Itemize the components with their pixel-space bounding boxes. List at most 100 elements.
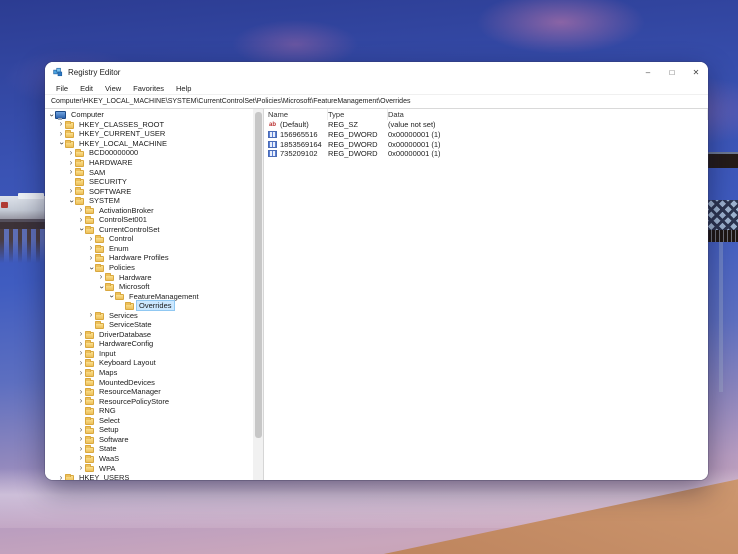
chevron-right-icon[interactable]: ›	[77, 340, 85, 348]
tree-row-system[interactable]: ›SYSTEM	[45, 196, 253, 206]
tree-scrollbar[interactable]	[253, 109, 263, 480]
chevron-right-icon[interactable]: ›	[97, 273, 105, 281]
column-header-type[interactable]: Type	[328, 109, 388, 120]
column-header-data[interactable]: Data	[388, 109, 708, 120]
chevron-right-icon[interactable]: ›	[67, 187, 75, 195]
tree-row-wpa[interactable]: ›WPA	[45, 463, 253, 473]
menu-item-favorites[interactable]: Favorites	[128, 84, 169, 93]
folder-icon	[85, 399, 94, 406]
tree-row-hkey_users[interactable]: ›HKEY_USERS	[45, 473, 253, 480]
minimize-button[interactable]: –	[636, 62, 660, 82]
tree-label: Hardware Profiles	[107, 253, 171, 262]
chevron-right-icon[interactable]: ›	[77, 454, 85, 462]
chevron-right-icon[interactable]: ›	[77, 216, 85, 224]
tree-label: Setup	[97, 425, 121, 434]
tree-row-enum[interactable]: ›Enum	[45, 244, 253, 254]
tree-scrollbar-thumb[interactable]	[255, 112, 262, 438]
value-row--default-[interactable]: (Default)REG_SZ(value not set)	[264, 120, 708, 130]
tree-row-hardware-profiles[interactable]: › Hardware Profiles	[45, 253, 253, 263]
tree-row-hkey_classes_root[interactable]: ›HKEY_CLASSES_ROOT	[45, 120, 253, 130]
tree-row-state[interactable]: ›State	[45, 444, 253, 454]
tree-row-activationbroker[interactable]: ›ActivationBroker	[45, 205, 253, 215]
tree-row-bcd00000000[interactable]: ›BCD00000000	[45, 148, 253, 158]
tree-row-control[interactable]: ›Control	[45, 234, 253, 244]
tree-row-hkey_current_user[interactable]: ›HKEY_CURRENT_USER	[45, 129, 253, 139]
chevron-right-icon[interactable]: ›	[77, 445, 85, 453]
column-header-name[interactable]: Name	[268, 109, 328, 120]
tree-row-hardware[interactable]: ›Hardware	[45, 272, 253, 282]
chevron-right-icon[interactable]: ›	[57, 120, 65, 128]
tree-row-waas[interactable]: ›WaaS	[45, 454, 253, 464]
chevron-right-icon[interactable]: ›	[87, 235, 95, 243]
tree-row-services[interactable]: ›Services	[45, 310, 253, 320]
computer-icon	[55, 111, 66, 119]
value-row-1853569164[interactable]: 1853569164REG_DWORD0x00000001 (1)	[264, 139, 708, 149]
chevron-right-icon[interactable]: ›	[77, 397, 85, 405]
tree-row-sam[interactable]: › SAM	[45, 167, 253, 177]
address-path: Computer\HKEY_LOCAL_MACHINE\SYSTEM\Curre…	[51, 98, 410, 105]
chevron-right-icon[interactable]: ›	[87, 244, 95, 252]
tree-row-servicestate[interactable]: ›ServiceState	[45, 320, 253, 330]
tree-row-overrides[interactable]: ›Overrides	[45, 301, 253, 311]
chevron-right-icon[interactable]: ›	[77, 349, 85, 357]
tree-row-driverdatabase[interactable]: ›DriverDatabase	[45, 330, 253, 340]
folder-icon	[105, 284, 114, 291]
chevron-right-icon[interactable]: ›	[67, 159, 75, 167]
tree-row-rng[interactable]: ›RNG	[45, 406, 253, 416]
folder-icon	[95, 256, 104, 263]
chevron-right-icon[interactable]: ›	[57, 130, 65, 138]
tree-row-microsoft[interactable]: ›Microsoft	[45, 282, 253, 292]
tree-row-input[interactable]: ›Input	[45, 349, 253, 359]
chevron-right-icon[interactable]: ›	[77, 388, 85, 396]
chevron-right-icon[interactable]: ›	[77, 369, 85, 377]
tree-row-hkey_local_machine[interactable]: ›HKEY_LOCAL_MACHINE	[45, 139, 253, 149]
chevron-right-icon[interactable]: ›	[57, 474, 65, 480]
menu-item-edit[interactable]: Edit	[75, 84, 98, 93]
tree-row-hardwareconfig[interactable]: ›HardwareConfig	[45, 339, 253, 349]
tree-row-software[interactable]: ›SOFTWARE	[45, 186, 253, 196]
cell-data: 0x00000001 (1)	[388, 140, 708, 149]
chevron-right-icon[interactable]: ›	[77, 206, 85, 214]
folder-icon	[85, 418, 94, 425]
chevron-right-icon[interactable]: ›	[77, 330, 85, 338]
chevron-right-icon[interactable]: ›	[87, 254, 95, 262]
tree-label: ResourceManager	[97, 387, 163, 396]
chevron-right-icon[interactable]: ›	[87, 311, 95, 319]
tree-row-controlset001[interactable]: ›ControlSet001	[45, 215, 253, 225]
tree-row-resourcepolicystore[interactable]: ›ResourcePolicyStore	[45, 396, 253, 406]
tree-label: MountedDevices	[97, 378, 157, 387]
chevron-right-icon[interactable]: ›	[67, 149, 75, 157]
folder-icon	[75, 151, 84, 158]
tree-row-featuremanagement[interactable]: ›FeatureManagement	[45, 291, 253, 301]
chevron-right-icon[interactable]: ›	[67, 168, 75, 176]
tree-row-security[interactable]: ›SECURITY	[45, 177, 253, 187]
tree-row-setup[interactable]: › Setup	[45, 425, 253, 435]
chevron-right-icon[interactable]: ›	[77, 426, 85, 434]
tree-row-select[interactable]: ›Select	[45, 416, 253, 426]
title-bar[interactable]: Registry Editor – □ ✕	[45, 62, 708, 82]
maximize-button[interactable]: □	[660, 62, 684, 82]
chevron-right-icon[interactable]: ›	[77, 359, 85, 367]
tree-row-software[interactable]: ›Software	[45, 435, 253, 445]
tree-row-hardware[interactable]: ›HARDWARE	[45, 158, 253, 168]
folder-icon	[85, 351, 94, 358]
close-button[interactable]: ✕	[684, 62, 708, 82]
tree-row-currentcontrolset[interactable]: ›CurrentControlSet	[45, 225, 253, 235]
tree-row-computer[interactable]: ›Computer	[45, 110, 253, 120]
menu-item-help[interactable]: Help	[171, 84, 196, 93]
address-bar[interactable]: Computer\HKEY_LOCAL_MACHINE\SYSTEM\Curre…	[45, 94, 708, 109]
menu-item-view[interactable]: View	[100, 84, 126, 93]
menu-item-file[interactable]: File	[51, 84, 73, 93]
tree-label: SAM	[87, 168, 107, 177]
tree-row-maps[interactable]: ›Maps	[45, 368, 253, 378]
chevron-right-icon[interactable]: ›	[77, 464, 85, 472]
tree-row-keyboard-layout[interactable]: ›Keyboard Layout	[45, 358, 253, 368]
chevron-right-icon[interactable]: ›	[77, 435, 85, 443]
pier-deck	[0, 222, 46, 229]
value-row-156965516[interactable]: 156965516REG_DWORD0x00000001 (1)	[264, 130, 708, 140]
folder-icon	[115, 294, 124, 301]
value-row-735209102[interactable]: 735209102REG_DWORD0x00000001 (1)	[264, 149, 708, 159]
tree-row-mounteddevices[interactable]: ›MountedDevices	[45, 377, 253, 387]
tree-row-policies[interactable]: ›Policies	[45, 263, 253, 273]
tree-row-resourcemanager[interactable]: › ResourceManager	[45, 387, 253, 397]
